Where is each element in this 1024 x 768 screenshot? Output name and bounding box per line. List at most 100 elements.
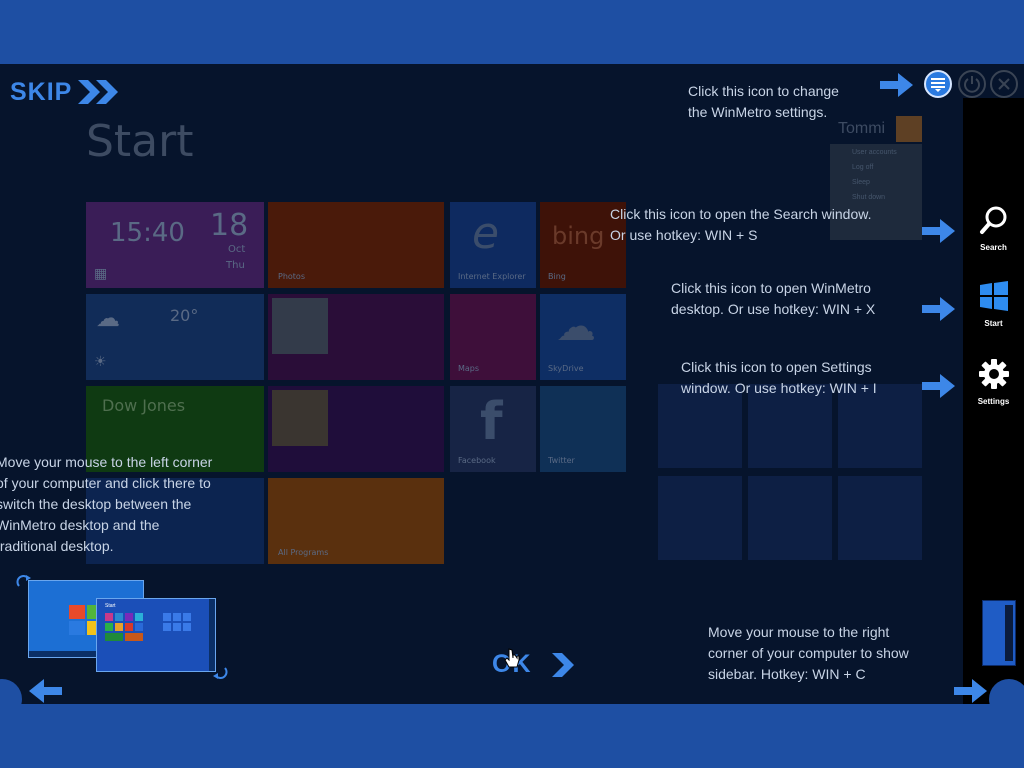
- clock-time: 15:40: [110, 218, 185, 248]
- search-icon: [979, 206, 1006, 234]
- close-button[interactable]: [990, 70, 1018, 98]
- start-tip: Click this icon to open WinMetro desktop…: [671, 280, 876, 317]
- close-icon: [998, 78, 1010, 90]
- preview-tile: [105, 613, 113, 621]
- left-hot-corner[interactable]: [0, 679, 22, 704]
- preview-sidebar: [209, 599, 215, 671]
- settings-tip: Click this icon to open Settings window.…: [681, 359, 877, 396]
- preview-tile: [173, 623, 181, 631]
- metro-desktop-thumbnail: Start: [96, 598, 216, 672]
- arrow-right-icon: [922, 219, 955, 243]
- preview-tile: [125, 633, 143, 641]
- weather-temp: 20°: [170, 306, 199, 325]
- sidebar-start-label: Start: [984, 319, 1003, 328]
- arrow-right-icon: [954, 679, 987, 703]
- clock-month: Oct: [228, 244, 246, 255]
- start-title: Start: [86, 116, 194, 167]
- social-image: [272, 390, 328, 446]
- tile-label: Bing: [548, 272, 566, 281]
- preview-tile: [135, 613, 143, 621]
- preview-tile: [163, 613, 171, 621]
- clock-weekday: Thu: [226, 260, 245, 271]
- tile-label: SkyDrive: [548, 364, 584, 373]
- preview-tile: [183, 613, 191, 621]
- ie-icon: e: [472, 208, 500, 259]
- mini-sidebar-preview: [982, 600, 1016, 666]
- preview-tile: [183, 623, 191, 631]
- arrow-right-icon: [922, 297, 955, 321]
- news-image: [272, 298, 328, 354]
- user-menu-item: User accounts: [852, 149, 897, 156]
- app-tile: [748, 476, 832, 560]
- bing-label: bing: [552, 222, 605, 250]
- windows-logo-icon: [979, 281, 1008, 311]
- photos-tile: Photos: [268, 202, 444, 288]
- preview-tile: [115, 613, 123, 621]
- clock-tile: 15:40 18 Oct Thu ▦: [86, 202, 264, 288]
- settings-icon-tip: Click this icon to change the WinMetro s…: [688, 83, 839, 120]
- twitter-tile: Twitter: [540, 386, 626, 472]
- left-corner-tip: Move your mouse to the left corner of yo…: [0, 454, 213, 554]
- rotate-arrow-icon: [213, 667, 228, 679]
- preview-tile: [115, 623, 123, 631]
- maps-tile: Maps: [450, 294, 536, 380]
- double-chevron-right-icon: [78, 80, 119, 104]
- clock-day: 18: [210, 208, 249, 243]
- sidebar-settings-label: Settings: [977, 397, 1010, 406]
- facebook-icon: f: [480, 392, 503, 452]
- bottom-band: [0, 704, 1024, 768]
- preview-tile: [135, 623, 143, 631]
- skip-label: SKIP: [10, 77, 73, 106]
- tile-label: Maps: [458, 364, 480, 373]
- sidebar-search-label: Search: [980, 243, 1007, 252]
- tile-label: All Programs: [278, 548, 329, 557]
- app-tile: [658, 476, 742, 560]
- user-avatar: [896, 116, 922, 142]
- news-tile: [268, 294, 444, 380]
- tile-label: Facebook: [458, 456, 496, 465]
- app-tile: [838, 476, 922, 560]
- arrow-right-icon: [880, 73, 913, 97]
- gear-icon: [978, 359, 1009, 389]
- preview-tile: [105, 623, 113, 631]
- tile-label: Photos: [278, 272, 305, 281]
- user-menu-item: Log off: [852, 164, 874, 171]
- settings-menu-button[interactable]: [924, 70, 952, 98]
- chevron-right-icon: [551, 652, 574, 677]
- user-menu-item: Sleep: [852, 179, 870, 186]
- all-programs-tile: All Programs: [268, 478, 444, 564]
- preview-tile: [173, 613, 181, 621]
- tile-label: Internet Explorer: [458, 272, 526, 281]
- weather-tile: ☁ 20° ☀: [86, 294, 264, 380]
- arrow-right-icon: [922, 374, 955, 398]
- preview-tile: [125, 613, 133, 621]
- stocks-title: Dow Jones: [102, 396, 186, 415]
- sidebar-search-button[interactable]: Search: [963, 204, 1024, 252]
- user-menu-item: Shut down: [852, 194, 886, 201]
- settings-menu-icon: [931, 78, 945, 92]
- search-tip: Click this icon to open the Search windo…: [610, 206, 872, 243]
- tile-label: Twitter: [548, 456, 575, 465]
- arrow-left-icon: [29, 679, 62, 703]
- top-band: [0, 0, 1024, 64]
- user-name: Tommi: [838, 120, 886, 137]
- preview-tile: [163, 623, 171, 631]
- desktop-switch-preview: Start: [16, 574, 228, 680]
- sidebar-start-button[interactable]: Start: [963, 280, 1024, 328]
- right-corner-tip: Move your mouse to the right corner of y…: [708, 624, 909, 682]
- facebook-tile: f Facebook: [450, 386, 536, 472]
- power-button[interactable]: [958, 70, 986, 98]
- social-tile: [268, 386, 444, 472]
- preview-tile: [105, 633, 123, 641]
- cloud-icon: ☁: [556, 304, 596, 350]
- preview-tile: [125, 623, 133, 631]
- cloud-icon: ☁: [96, 304, 120, 332]
- skip-button[interactable]: SKIP: [10, 77, 124, 107]
- ie-tile: e Internet Explorer: [450, 202, 536, 288]
- mini-sidebar-strip: [1005, 605, 1013, 661]
- sidebar-settings-button[interactable]: Settings: [963, 358, 1024, 406]
- power-icon: [964, 76, 980, 93]
- preview-start-label: Start: [105, 603, 116, 609]
- calendar-icon: ▦: [94, 266, 108, 282]
- sun-icon: ☀: [94, 354, 107, 370]
